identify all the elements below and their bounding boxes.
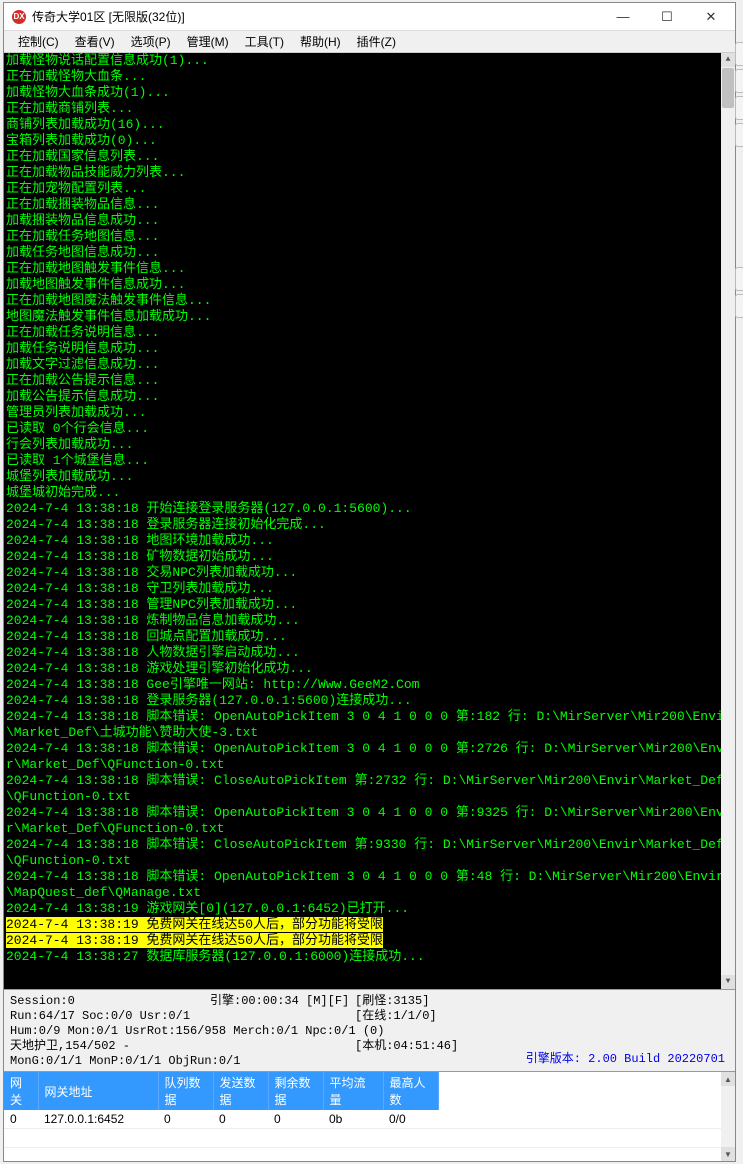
menu-plugin[interactable]: 插件(Z)	[349, 31, 404, 52]
gateway-table-wrap: 网关 网关地址 队列数据 发送数据 剩余数据 平均流量 最高人数 0 127.0…	[4, 1071, 735, 1161]
table-row[interactable]: 0 127.0.0.1:6452 0 0 0 0b 0/0	[4, 1110, 735, 1129]
scroll-down-icon[interactable]: ▼	[721, 975, 735, 989]
td-queue: 0	[158, 1110, 213, 1129]
status-run: Run:64/17 Soc:0/0 Usr:0/1	[10, 1009, 210, 1024]
edge-tab[interactable]	[735, 69, 743, 93]
th-address[interactable]: 网关地址	[38, 1072, 158, 1110]
scroll-thumb[interactable]	[722, 68, 734, 108]
td-remain: 0	[268, 1110, 323, 1129]
window-title: 传奇大学01区 [无限版(32位)]	[32, 8, 601, 25]
scroll-up-icon[interactable]: ▲	[721, 1072, 735, 1086]
status-panel: Session:0 Run:64/17 Soc:0/0 Usr:0/1 引擎:0…	[4, 989, 735, 1071]
th-spacer	[438, 1072, 735, 1110]
edge-tab[interactable]	[735, 123, 743, 147]
menu-tools[interactable]: 工具(T)	[237, 31, 292, 52]
th-gateway[interactable]: 网关	[4, 1072, 38, 1110]
status-session: Session:0	[10, 994, 210, 1009]
edge-tab[interactable]	[735, 42, 743, 66]
td-spacer	[438, 1110, 735, 1129]
status-map: 天地护卫,154/502 -	[10, 1039, 355, 1054]
console-scrollbar[interactable]: ▲ ▼	[721, 53, 735, 989]
menu-help[interactable]: 帮助(H)	[292, 31, 349, 52]
maximize-button[interactable]: ☐	[645, 3, 689, 31]
status-localtime: [本机:04:51:46]	[355, 1039, 458, 1054]
th-queue[interactable]: 队列数据	[158, 1072, 213, 1110]
table-row	[4, 1148, 735, 1162]
main-window: DX 传奇大学01区 [无限版(32位)] — ☐ ✕ 控制(C) 查看(V) …	[3, 2, 736, 1162]
engine-version: 引擎版本: 2.00 Build 20220701	[526, 1052, 725, 1067]
edge-tab[interactable]	[735, 267, 743, 291]
console-text: 加载怪物说话配置信息成功(1)... 正在加载怪物大血条... 加载怪物大血条成…	[6, 53, 733, 965]
th-max[interactable]: 最高人数	[383, 1072, 438, 1110]
minimize-button[interactable]: —	[601, 3, 645, 31]
th-remain[interactable]: 剩余数据	[268, 1072, 323, 1110]
menu-control[interactable]: 控制(C)	[10, 31, 67, 52]
scroll-down-icon[interactable]: ▼	[721, 1147, 735, 1161]
app-icon: DX	[12, 10, 26, 24]
menu-manage[interactable]: 管理(M)	[179, 31, 237, 52]
console-log[interactable]: 加载怪物说话配置信息成功(1)... 正在加载怪物大血条... 加载怪物大血条成…	[4, 53, 735, 989]
menubar: 控制(C) 查看(V) 选项(P) 管理(M) 工具(T) 帮助(H) 插件(Z…	[4, 31, 735, 53]
td-gateway: 0	[4, 1110, 38, 1129]
table-row	[4, 1129, 735, 1148]
edge-tab[interactable]	[735, 96, 743, 120]
titlebar[interactable]: DX 传奇大学01区 [无限版(32位)] — ☐ ✕	[4, 3, 735, 31]
menu-view[interactable]: 查看(V)	[67, 31, 123, 52]
status-hum: Hum:0/9 Mon:0/1 UsrRot:156/958 Merch:0/1…	[10, 1024, 729, 1039]
scroll-up-icon[interactable]: ▲	[721, 53, 735, 67]
edge-tab[interactable]	[735, 294, 743, 318]
td-avg: 0b	[323, 1110, 383, 1129]
menu-options[interactable]: 选项(P)	[123, 31, 179, 52]
edge-tabs	[735, 42, 743, 321]
close-button[interactable]: ✕	[689, 3, 733, 31]
gateway-table[interactable]: 网关 网关地址 队列数据 发送数据 剩余数据 平均流量 最高人数 0 127.0…	[4, 1072, 735, 1161]
window-buttons: — ☐ ✕	[601, 3, 733, 31]
td-address: 127.0.0.1:6452	[38, 1110, 158, 1129]
status-refresh: [刷怪:3135]	[355, 994, 437, 1009]
table-header-row: 网关 网关地址 队列数据 发送数据 剩余数据 平均流量 最高人数	[4, 1072, 735, 1110]
th-avg[interactable]: 平均流量	[323, 1072, 383, 1110]
table-scrollbar[interactable]: ▲ ▼	[721, 1072, 735, 1161]
status-engine: 引擎:00:00:34 [M][F]	[210, 994, 355, 1024]
td-max: 0/0	[383, 1110, 438, 1129]
status-online: [在线:1/1/0]	[355, 1009, 437, 1024]
th-send[interactable]: 发送数据	[213, 1072, 268, 1110]
td-send: 0	[213, 1110, 268, 1129]
